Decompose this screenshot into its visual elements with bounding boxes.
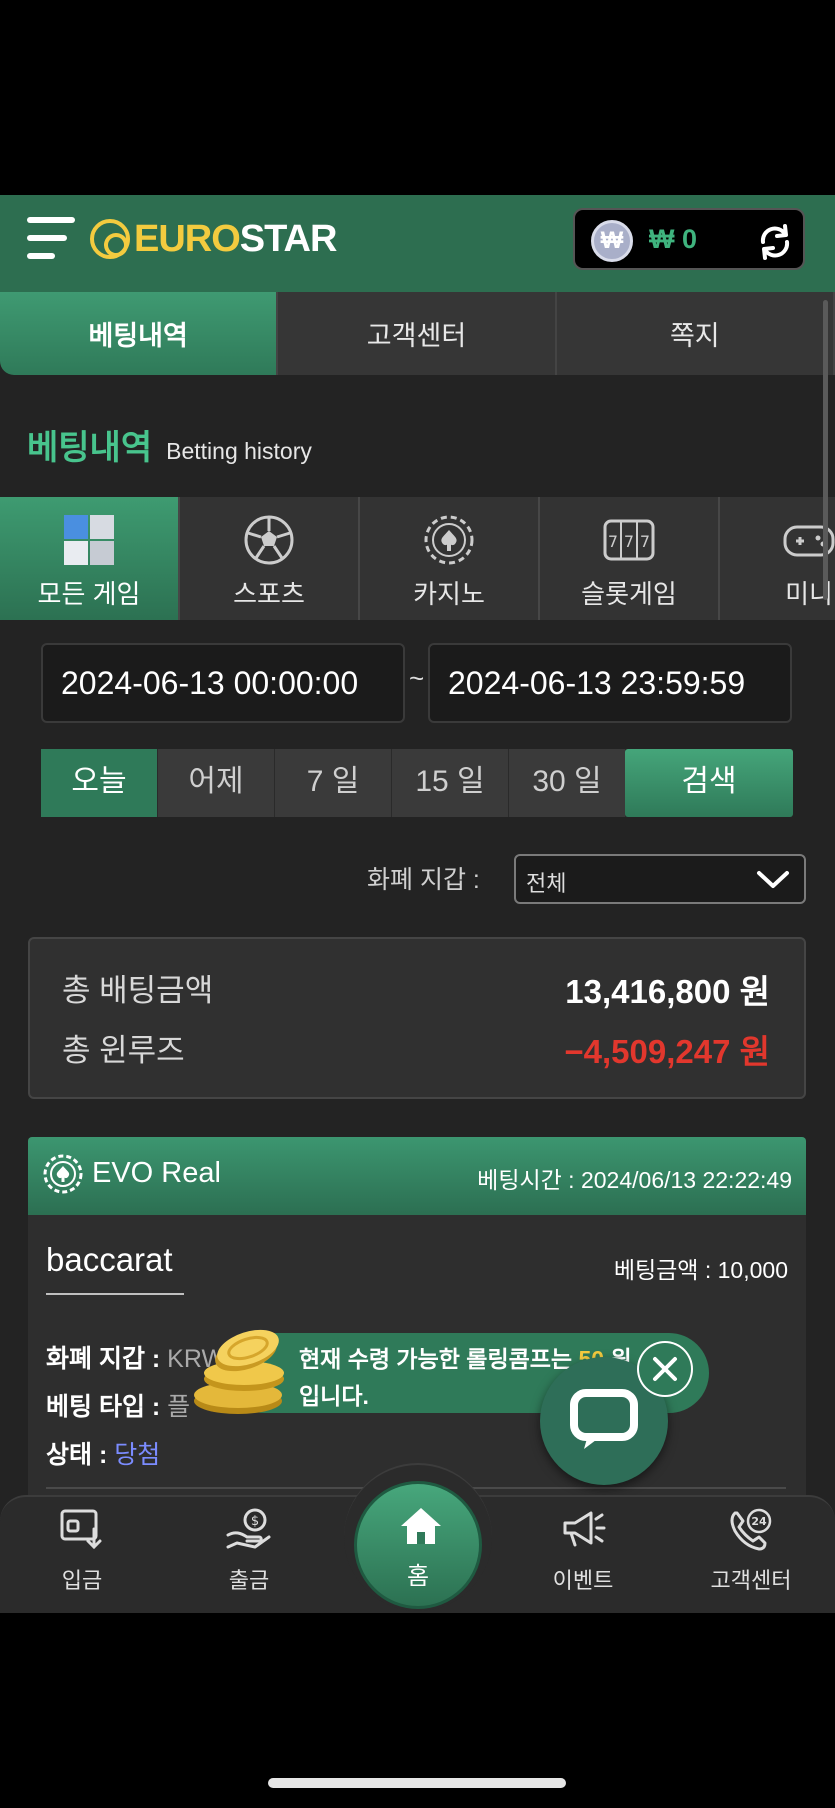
total-bet-label: 총 배팅금액	[62, 973, 214, 1008]
nav-label: 입금	[61, 1568, 103, 1593]
category-label: 슬롯게임	[581, 579, 677, 609]
bet-time: 베팅시간 : 2024/06/13 22:22:49	[477, 1167, 792, 1193]
quick-range-buttons: 오늘 어제 7 일 15 일 30 일	[41, 749, 626, 817]
range-30-days-button[interactable]: 30 일	[509, 749, 626, 817]
nav-home[interactable]: 홈	[354, 1481, 482, 1609]
svg-text:$: $	[251, 1514, 259, 1529]
bet-type-row: 베팅 타입 : 플	[46, 1393, 191, 1421]
logo-text: EUROSTAR	[134, 217, 337, 260]
svg-text:7: 7	[624, 532, 634, 551]
slot-machine-icon: 7 7 7	[603, 519, 655, 561]
game-category-tabs: 모든 게임 스포츠 카지노 7 7 7 슬롯게임 미니	[0, 497, 835, 620]
range-yesterday-button[interactable]: 어제	[158, 749, 275, 817]
menu-icon[interactable]	[27, 217, 75, 261]
close-popup-button[interactable]	[637, 1341, 693, 1397]
top-tabs: 베팅내역 고객센터 쪽지	[0, 292, 835, 375]
bet-provider: EVO Real	[92, 1157, 221, 1189]
start-date-input[interactable]: 2024-06-13 00:00:00	[41, 643, 405, 723]
svg-text:24: 24	[751, 1515, 767, 1528]
total-bet-value: 13,416,800 원	[565, 973, 770, 1010]
category-casino[interactable]: 카지노	[360, 497, 540, 620]
all-games-icon	[64, 515, 114, 565]
category-label: 모든 게임	[37, 579, 141, 609]
page-title: 베팅내역 Betting history	[27, 420, 312, 469]
app-screen: EUROSTAR ₩ ₩ 0 베팅내역 고객센터 쪽지 베팅내역 Betting…	[0, 195, 835, 1613]
category-label: 스포츠	[233, 579, 305, 609]
megaphone-icon	[563, 1511, 606, 1547]
end-date-input[interactable]: 2024-06-13 23:59:59	[428, 643, 792, 723]
balance-amount: ₩ 0	[649, 224, 698, 254]
casino-chip-icon	[43, 1154, 83, 1194]
bet-status-row: 상태 : 당첨	[46, 1441, 161, 1469]
search-button[interactable]: 검색	[625, 749, 793, 817]
soccer-ball-icon	[244, 515, 294, 565]
bet-game-name: baccarat	[46, 1241, 173, 1278]
category-label: 미니	[785, 579, 833, 609]
logo-mark-icon	[90, 219, 130, 259]
refresh-icon[interactable]	[755, 222, 795, 262]
close-icon	[639, 1343, 691, 1395]
nav-label: 출금	[228, 1568, 270, 1593]
nav-label: 이벤트	[552, 1568, 614, 1593]
wallet-balance: ₩ ₩ 0	[573, 208, 805, 270]
nav-deposit[interactable]: 입금	[27, 1507, 137, 1607]
eurostar-logo[interactable]: EUROSTAR	[90, 217, 337, 261]
date-separator: ~	[409, 663, 425, 693]
nav-label: 고객센터	[710, 1568, 792, 1593]
category-sports[interactable]: 스포츠	[180, 497, 360, 620]
betting-summary: 총 배팅금액 13,416,800 원 총 윈루즈 −4,509,247 원	[28, 937, 806, 1099]
support-24-icon: 24	[730, 1508, 772, 1551]
nav-label: 홈	[406, 1563, 430, 1590]
wallet-filter-label: 화폐 지갑 :	[367, 866, 480, 894]
category-label: 카지노	[413, 579, 485, 609]
svg-text:7: 7	[608, 532, 618, 551]
tab-customer-center[interactable]: 고객센터	[278, 292, 557, 375]
range-15-days-button[interactable]: 15 일	[392, 749, 509, 817]
category-all-games[interactable]: 모든 게임	[0, 497, 180, 620]
wallet-select-value: 전체	[526, 871, 567, 896]
range-7-days-button[interactable]: 7 일	[275, 749, 392, 817]
nav-support[interactable]: 24 고객센터	[696, 1507, 806, 1607]
status-badge: 당첨	[114, 1441, 161, 1469]
game-name-underline	[46, 1293, 184, 1295]
chevron-down-icon	[757, 871, 789, 888]
won-coin-icon: ₩	[591, 220, 633, 262]
tab-messages[interactable]: 쪽지	[556, 292, 835, 375]
scrollbar[interactable]	[823, 300, 828, 600]
nav-events[interactable]: 이벤트	[528, 1507, 638, 1607]
gold-coins-icon	[194, 1329, 284, 1414]
range-today-button[interactable]: 오늘	[41, 749, 158, 817]
page-title-ko: 베팅내역	[27, 429, 153, 467]
withdraw-icon: $	[226, 1508, 271, 1549]
nav-withdraw[interactable]: $ 출금	[194, 1507, 304, 1607]
casino-chip-icon	[424, 515, 474, 565]
bet-amount: 베팅금액 : 10,000	[613, 1257, 788, 1283]
chat-bubble-icon	[570, 1389, 638, 1449]
winloss-value: −4,509,247 원	[564, 1033, 770, 1070]
home-indicator[interactable]	[268, 1778, 566, 1788]
wallet-select[interactable]: 전체	[514, 854, 806, 904]
svg-text:7: 7	[640, 532, 650, 551]
page-title-en: Betting history	[166, 438, 312, 464]
deposit-icon	[60, 1509, 102, 1550]
bet-card-header: EVO Real 베팅시간 : 2024/06/13 22:22:49	[28, 1137, 806, 1215]
winloss-label: 총 윈루즈	[62, 1033, 185, 1068]
category-slots[interactable]: 7 7 7 슬롯게임	[540, 497, 720, 620]
app-header: EUROSTAR ₩ ₩ 0	[0, 195, 835, 292]
tab-betting-history[interactable]: 베팅내역	[0, 292, 279, 375]
category-mini[interactable]: 미니	[720, 497, 835, 620]
home-icon	[401, 1508, 441, 1544]
